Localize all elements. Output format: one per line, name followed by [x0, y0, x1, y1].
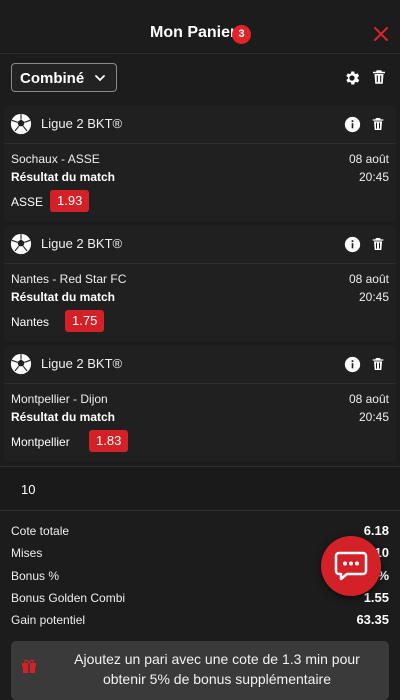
selection-name: Nantes	[11, 315, 50, 329]
match-teams: Montpellier - Dijon	[11, 392, 108, 406]
bonus-percent-label: Bonus %	[11, 569, 60, 583]
bet-card-header: Ligue 2 BKT®	[4, 106, 396, 144]
chat-button[interactable]	[321, 536, 381, 596]
league-name: Ligue 2 BKT®	[41, 356, 123, 371]
potential-gain-value: 63.35	[356, 612, 389, 627]
soccer-ball-icon	[10, 113, 32, 135]
odd-badge[interactable]: 1.75	[65, 310, 105, 332]
info-icon[interactable]	[344, 356, 361, 373]
market-name: Résultat du match	[11, 290, 116, 304]
odd-badge[interactable]: 1.93	[50, 190, 90, 212]
market-name: Résultat du match	[11, 170, 116, 184]
gear-icon[interactable]	[343, 69, 361, 87]
match-time: 20:45	[358, 410, 389, 424]
match-teams: Nantes - Red Star FC	[11, 272, 127, 286]
bet-card-header: Ligue 2 BKT®	[4, 226, 396, 264]
match-teams: Sochaux - ASSE	[11, 152, 100, 166]
gift-icon	[22, 659, 36, 673]
soccer-ball-icon	[10, 353, 32, 375]
stake-value: 10	[21, 482, 36, 497]
match-date: 08 août	[348, 272, 389, 286]
stake-input[interactable]: 10	[0, 466, 400, 511]
match-date: 08 août	[348, 152, 389, 166]
bet-card: Ligue 2 BKT® Nantes - Red Star FC 08 aoû…	[4, 226, 396, 341]
close-icon[interactable]	[371, 24, 391, 44]
info-icon[interactable]	[344, 236, 361, 253]
bet-mode-select[interactable]: Combiné	[11, 63, 117, 92]
chat-icon	[334, 551, 368, 581]
market-name: Résultat du match	[11, 410, 116, 424]
promo-text: Ajoutez un pari avec une cote de 1.3 min…	[74, 651, 360, 687]
trash-icon[interactable]	[370, 235, 386, 253]
cart-title: Mon Panier	[150, 24, 237, 41]
bet-card: Ligue 2 BKT® Montpellier - Dijon 08 août…	[4, 346, 396, 461]
selection-name: ASSE	[11, 195, 44, 209]
potential-gain-label: Gain potentiel	[11, 613, 86, 627]
info-icon[interactable]	[344, 116, 361, 133]
cart-count-badge: 3	[232, 25, 251, 44]
bet-card-header: Ligue 2 BKT®	[4, 346, 396, 384]
cart-toolbar: Combiné	[0, 55, 400, 103]
golden-combi-value: 1.55	[363, 590, 389, 605]
cart-header: Mon Panier 3	[0, 0, 400, 54]
bet-card: Ligue 2 BKT® Sochaux - ASSE 08 août Résu…	[4, 106, 396, 221]
trash-icon[interactable]	[370, 115, 386, 133]
golden-combi-label: Bonus Golden Combi	[11, 591, 126, 605]
promo-banner: Ajoutez un pari avec une cote de 1.3 min…	[11, 641, 389, 700]
trash-icon[interactable]	[370, 355, 386, 373]
league-name: Ligue 2 BKT®	[41, 116, 123, 131]
selection-name: Montpellier	[11, 435, 70, 449]
league-name: Ligue 2 BKT®	[41, 236, 123, 251]
match-date: 08 août	[348, 392, 389, 406]
bet-mode-label: Combiné	[20, 70, 85, 87]
soccer-ball-icon	[10, 233, 32, 255]
match-time: 20:45	[358, 290, 389, 304]
chevron-down-icon	[95, 75, 105, 82]
odd-badge[interactable]: 1.83	[89, 430, 129, 452]
total-odds-value: 6.18	[363, 523, 389, 538]
total-odds-label: Cote totale	[11, 524, 70, 538]
match-time: 20:45	[358, 170, 389, 184]
stake-label: Mises	[11, 546, 43, 560]
trash-icon[interactable]	[370, 68, 388, 86]
